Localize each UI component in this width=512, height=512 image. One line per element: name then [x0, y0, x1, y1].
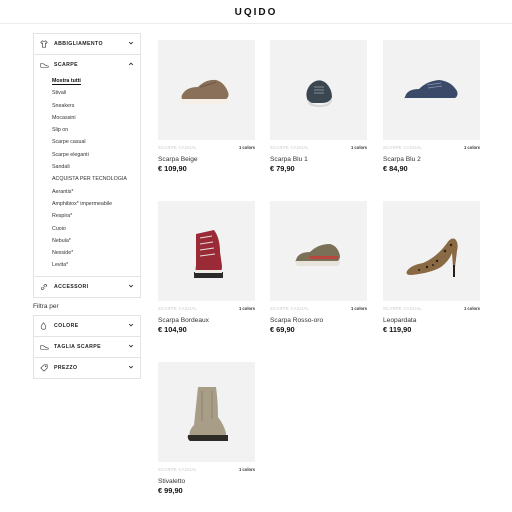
accordion-abbigliamento: ABBIGLIAMENTO	[33, 33, 141, 55]
product-category: SCARPE CASUAL	[383, 306, 423, 311]
product-colors: 1 colors	[238, 145, 255, 150]
product-category: SCARPE CASUAL	[158, 467, 198, 472]
shoe-icon	[40, 61, 50, 69]
submenu-item-nebula[interactable]: Nebula*	[52, 235, 134, 247]
product-card[interactable]: SCARPE CASUAL 1 colors Scarpa Rosso-oro …	[270, 201, 367, 334]
accordion-scarpe: SCARPE Mostra tutti Stivali Sneakers Moc…	[33, 55, 141, 277]
product-card[interactable]: SCARPE CASUAL 1 colors Stivaletto € 99,9…	[158, 362, 255, 495]
chevron-down-icon	[126, 364, 134, 372]
filter-prezzo: PREZZO	[33, 358, 141, 379]
submenu-item-slip-on[interactable]: Slip on	[52, 124, 134, 136]
link-icon	[40, 283, 50, 291]
product-card[interactable]: SCARPE CASUAL 1 colors Scarpa Bordeaux €…	[158, 201, 255, 334]
product-colors: 1 colors	[350, 306, 367, 311]
filter-prezzo-header[interactable]: PREZZO	[34, 358, 140, 378]
product-price: € 84,90	[383, 164, 408, 173]
product-colors: 1 colors	[238, 467, 255, 472]
category-sidebar: ABBIGLIAMENTO SCARPE Mostra tutti Stival…	[33, 33, 141, 298]
product-card[interactable]: SCARPE CASUAL 1 colors Scarpa Blu 1 € 79…	[270, 40, 367, 173]
product-category: SCARPE CASUAL	[158, 145, 198, 150]
submenu-item-cuoio[interactable]: Cuoio	[52, 223, 134, 235]
chevron-up-icon	[126, 61, 134, 69]
shirt-icon	[40, 40, 50, 48]
filter-colore-label: COLORE	[54, 323, 79, 329]
product-colors: 1 colors	[350, 145, 367, 150]
product-name[interactable]: Scarpa Bordeaux	[158, 317, 255, 324]
filter-colore: COLORE	[33, 315, 141, 337]
submenu-item-levita[interactable]: Levita*	[52, 259, 134, 271]
filter-colore-header[interactable]: COLORE	[34, 316, 140, 336]
product-category: SCARPE CASUAL	[158, 306, 198, 311]
accordion-scarpe-label: SCARPE	[54, 62, 79, 68]
chevron-down-icon	[126, 40, 134, 48]
product-image[interactable]	[383, 201, 480, 301]
product-price: € 104,90	[158, 325, 187, 334]
product-image[interactable]	[270, 201, 367, 301]
product-name[interactable]: Scarpa Beige	[158, 156, 255, 163]
product-card[interactable]: SCARPE CASUAL 1 colors Leopardata € 119,…	[383, 201, 480, 334]
accordion-accessori: ACCESSORI	[33, 276, 141, 298]
top-header: UQIDO	[0, 0, 512, 24]
submenu-item-scarpe-casual[interactable]: Scarpe casual	[52, 136, 134, 148]
chevron-down-icon	[126, 283, 134, 291]
submenu-item-amphibiox[interactable]: Amphibiox* impermeabile	[52, 198, 134, 210]
submenu-item-respira[interactable]: Respira*	[52, 210, 134, 222]
submenu-item-sandali[interactable]: Sandali	[52, 161, 134, 173]
product-price: € 109,90	[158, 164, 187, 173]
submenu-item-aerantis[interactable]: Aerantis*	[52, 186, 134, 198]
filter-sidebar: COLORE TAGLIA SCARPE PREZZO	[33, 315, 141, 379]
submenu-item-acquista-per-tecnologia[interactable]: ACQUISTA PER TECNOLOGIA	[52, 173, 134, 185]
submenu-item-mocassini[interactable]: Mocassini	[52, 112, 134, 124]
product-category: SCARPE CASUAL	[270, 145, 310, 150]
product-name[interactable]: Leopardata	[383, 317, 480, 324]
price-tag-icon	[40, 364, 50, 372]
accordion-accessori-label: ACCESSORI	[54, 283, 89, 290]
product-category: SCARPE CASUAL	[270, 306, 310, 311]
product-price: € 79,90	[270, 164, 295, 173]
scarpe-submenu: Mostra tutti Stivali Sneakers Mocassini …	[34, 75, 140, 276]
accordion-abbigliamento-label: ABBIGLIAMENTO	[54, 41, 103, 47]
product-image[interactable]	[158, 40, 255, 140]
product-name[interactable]: Scarpa Blu 1	[270, 156, 367, 163]
product-name[interactable]: Scarpa Rosso-oro	[270, 317, 367, 324]
filter-prezzo-label: PREZZO	[54, 365, 78, 371]
product-name[interactable]: Stivaletto	[158, 478, 255, 485]
product-image[interactable]	[158, 201, 255, 301]
shoe-icon	[40, 343, 50, 351]
accordion-scarpe-header[interactable]: SCARPE	[34, 55, 140, 75]
product-image[interactable]	[383, 40, 480, 140]
product-price: € 119,90	[383, 325, 412, 334]
submenu-item-stivali[interactable]: Stivali	[52, 87, 134, 99]
product-image[interactable]	[270, 40, 367, 140]
product-colors: 1 colors	[463, 145, 480, 150]
filter-heading: Filtra per	[33, 303, 59, 310]
product-image[interactable]	[158, 362, 255, 462]
filter-taglia-label: TAGLIA SCARPE	[54, 344, 101, 350]
product-colors: 1 colors	[463, 306, 480, 311]
chevron-down-icon	[126, 343, 134, 351]
product-price: € 99,90	[158, 486, 183, 495]
accordion-abbigliamento-header[interactable]: ABBIGLIAMENTO	[34, 34, 140, 54]
product-category: SCARPE CASUAL	[383, 145, 423, 150]
submenu-item-scarpe-eleganti[interactable]: Scarpe eleganti	[52, 149, 134, 161]
product-colors: 1 colors	[238, 306, 255, 311]
filter-taglia-header[interactable]: TAGLIA SCARPE	[34, 337, 140, 357]
product-card[interactable]: SCARPE CASUAL 1 colors Scarpa Blu 2 € 84…	[383, 40, 480, 173]
drop-icon	[40, 322, 50, 330]
chevron-down-icon	[126, 322, 134, 330]
product-card[interactable]: SCARPE CASUAL 1 colors Scarpa Beige € 10…	[158, 40, 255, 173]
product-price: € 69,90	[270, 325, 295, 334]
submenu-item-mostra-tutti[interactable]: Mostra tutti	[52, 75, 134, 87]
submenu-item-nexside[interactable]: Nexside*	[52, 247, 134, 259]
accordion-accessori-header[interactable]: ACCESSORI	[34, 277, 140, 297]
filter-taglia: TAGLIA SCARPE	[33, 337, 141, 358]
brand-logo[interactable]: UQIDO	[0, 7, 512, 18]
submenu-item-sneakers[interactable]: Sneakers	[52, 100, 134, 112]
product-name[interactable]: Scarpa Blu 2	[383, 156, 480, 163]
